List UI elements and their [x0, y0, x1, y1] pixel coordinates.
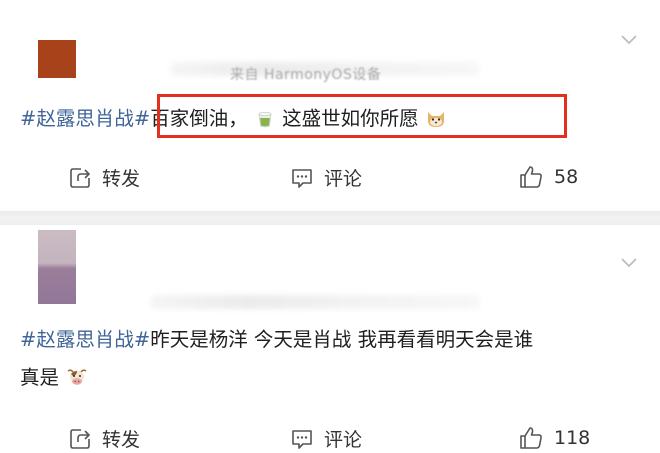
comment-icon	[292, 429, 312, 449]
blurred-username	[150, 295, 480, 309]
like-count: 58	[554, 166, 579, 188]
avatar[interactable]	[38, 230, 76, 304]
comment-label: 评论	[324, 429, 363, 451]
highlight-annotation-box	[157, 94, 567, 138]
comment-button[interactable]: 评论	[290, 164, 362, 191]
weibo-comment-feed: 来自 HarmonyOS设备 #赵露思肖战#百家倒油， 这盛世如你所愿 转发 评…	[0, 0, 660, 453]
post-card-1: 来自 HarmonyOS设备 #赵露思肖战#百家倒油， 这盛世如你所愿 转发 评…	[0, 0, 660, 211]
like-count: 118	[554, 427, 591, 449]
post-text: #赵露思肖战#昨天是杨洋 今天是肖战 我再看看明天会是谁	[20, 322, 533, 358]
post-text-line: 真是	[20, 366, 60, 389]
thumbs-up-icon	[520, 427, 542, 449]
repost-label: 转发	[102, 168, 141, 190]
comment-button[interactable]: 评论	[290, 425, 362, 452]
hashtag-link[interactable]: #赵露思肖战#	[20, 328, 150, 351]
like-button[interactable]: 58	[518, 164, 578, 190]
comment-label: 评论	[324, 168, 363, 190]
post-text-line: 昨天是杨洋 今天是肖战 我再看看明天会是谁	[150, 328, 534, 351]
repost-button[interactable]: 转发	[68, 425, 140, 452]
thumbs-up-icon	[520, 166, 542, 188]
avatar[interactable]	[38, 40, 76, 78]
repost-label: 转发	[102, 429, 141, 451]
post-source: 来自 HarmonyOS设备	[230, 67, 382, 83]
repost-button[interactable]: 转发	[68, 164, 140, 191]
repost-icon	[70, 428, 91, 449]
hashtag-link[interactable]: #赵露思肖战#	[20, 107, 150, 130]
cow-face-icon	[67, 368, 87, 385]
post-text-continued: 真是	[20, 360, 89, 396]
chevron-down-icon[interactable]	[620, 253, 638, 271]
comment-icon	[292, 168, 312, 188]
card-separator	[0, 211, 660, 225]
like-button[interactable]: 118	[518, 425, 590, 451]
chevron-down-icon[interactable]	[620, 30, 638, 48]
repost-icon	[70, 167, 91, 188]
